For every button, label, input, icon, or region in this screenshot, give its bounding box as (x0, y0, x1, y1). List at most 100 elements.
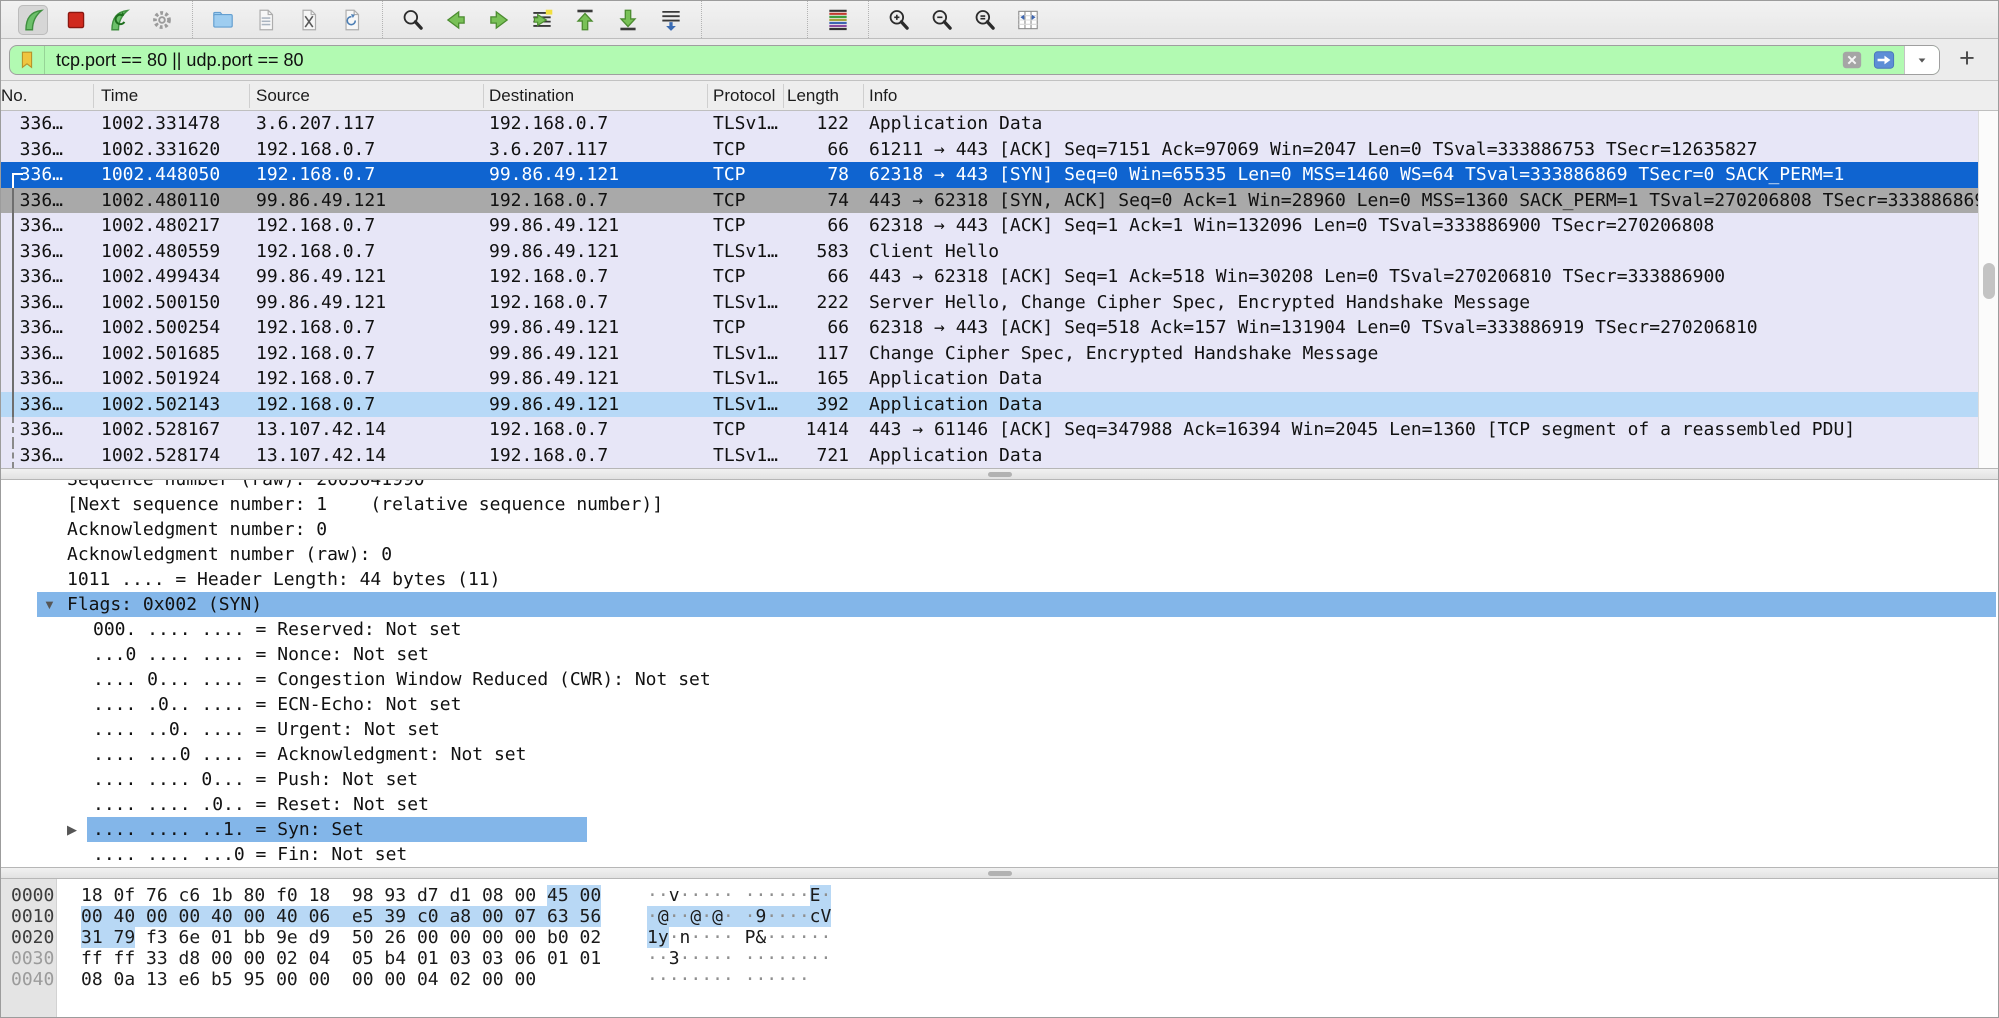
save-file-button[interactable] (251, 5, 281, 35)
packet-row[interactable]: 336…1002.331620192.168.0.73.6.207.117TCP… (1, 137, 1978, 163)
cell-proto: TCP (711, 213, 787, 239)
detail-line[interactable]: 1011 .... = Header Length: 44 bytes (11) (1, 567, 1998, 592)
auto-scroll-button[interactable] (656, 5, 686, 35)
packet-row[interactable]: 336…1002.52817413.107.42.14192.168.0.7TL… (1, 443, 1978, 469)
detail-line[interactable]: Sequence number (raw): 2005041990 (1, 480, 1998, 492)
packet-row[interactable]: 336…1002.501924192.168.0.799.86.49.121TL… (1, 366, 1978, 392)
hex-bytes[interactable]: 18 0f 76 c6 1b 80 f0 18 98 93 d7 d1 08 0… (81, 885, 601, 906)
detail-line[interactable]: .... .... 0... = Push: Not set (1, 767, 1998, 792)
filter-query-text[interactable]: tcp.port == 80 || udp.port == 80 (56, 46, 304, 74)
column-header-time[interactable]: Time (97, 81, 253, 111)
detail-line[interactable]: .... .0.. .... = ECN-Echo: Not set (1, 692, 1998, 717)
packet-row[interactable]: 336…1002.48011099.86.49.121192.168.0.7TC… (1, 188, 1978, 214)
go-back-button[interactable] (441, 5, 471, 35)
detail-line[interactable]: .... 0... .... = Congestion Window Reduc… (1, 667, 1998, 692)
packet-row[interactable]: 336…1002.501685192.168.0.799.86.49.121TL… (1, 341, 1978, 367)
expanded-arrow-icon[interactable]: ▼ (43, 592, 56, 617)
scrollbar-thumb[interactable] (1983, 263, 1995, 299)
packet-row[interactable]: 336…1002.3314783.6.207.117192.168.0.7TLS… (1, 111, 1978, 137)
hex-row[interactable]: 004008 0a 13 e6 b5 95 00 00 00 00 04 02 … (1, 969, 1998, 990)
capture-group (3, 1, 193, 38)
detail-line[interactable]: .... .... .0.. = Reset: Not set (1, 792, 1998, 817)
go-to-packet-button[interactable] (527, 5, 557, 35)
detail-line[interactable]: ▼Flags: 0x002 (SYN) (1, 592, 1998, 617)
column-header-protocol[interactable]: Protocol (711, 81, 789, 111)
close-file-button[interactable] (294, 5, 324, 35)
detail-text: .... .0.. .... = ECN-Echo: Not set (93, 692, 461, 717)
cell-time: 1002.528167 (97, 417, 249, 443)
column-header-destination[interactable]: Destination (487, 81, 709, 111)
hex-bytes[interactable]: 00 40 00 00 40 00 40 06 e5 39 c0 a8 00 0… (81, 906, 601, 927)
display-filter-input[interactable]: tcp.port == 80 || udp.port == 80 (9, 45, 1940, 75)
hex-bytes[interactable]: 08 0a 13 e6 b5 95 00 00 00 00 04 02 00 0… (81, 969, 536, 990)
detail-line[interactable]: Acknowledgment number (raw): 0 (1, 542, 1998, 567)
reload-document-icon (339, 7, 365, 33)
detail-line[interactable]: ▶.... .... ..1. = Syn: Set (1, 817, 1998, 842)
colorize-packets-button[interactable] (823, 5, 853, 35)
go-forward-button[interactable] (484, 5, 514, 35)
cell-src: 192.168.0.7 (253, 341, 483, 367)
filter-clear-button[interactable] (1839, 49, 1865, 71)
column-separator[interactable] (707, 84, 708, 108)
zoom-reset-button[interactable] (970, 5, 1000, 35)
packet-row[interactable]: 336…1002.502143192.168.0.799.86.49.121TL… (1, 392, 1978, 418)
detail-line[interactable]: .... ..0. .... = Urgent: Not set (1, 717, 1998, 742)
restart-capture-button[interactable] (104, 5, 134, 35)
column-separator[interactable] (93, 84, 94, 108)
detail-line[interactable]: 000. .... .... = Reserved: Not set (1, 617, 1998, 642)
hex-ascii[interactable]: ··v····· ······E· (647, 885, 831, 906)
arrow-right-icon (486, 7, 512, 33)
column-separator[interactable] (863, 84, 864, 108)
filter-bookmark-button[interactable] (10, 46, 45, 74)
go-last-packet-button[interactable] (613, 5, 643, 35)
detail-bytes-splitter[interactable] (1, 867, 1998, 879)
open-file-button[interactable] (208, 5, 238, 35)
packet-row[interactable]: 336…1002.480559192.168.0.799.86.49.121TL… (1, 239, 1978, 265)
zoom-out-icon (929, 7, 955, 33)
packet-row[interactable]: 336…1002.49943499.86.49.121192.168.0.7TC… (1, 264, 1978, 290)
filter-add-button[interactable]: + (1952, 41, 1982, 75)
hex-row[interactable]: 0030ff ff 33 d8 00 00 02 04 05 b4 01 03 … (1, 948, 1998, 969)
packet-list-scrollbar[interactable] (1978, 111, 1999, 468)
packet-row[interactable]: 336…1002.52816713.107.42.14192.168.0.7TC… (1, 417, 1978, 443)
packet-row[interactable]: 336…1002.50015099.86.49.121192.168.0.7TL… (1, 290, 1978, 316)
reload-file-button[interactable] (337, 5, 367, 35)
collapsed-arrow-icon[interactable]: ▶ (67, 817, 77, 842)
capture-options-button[interactable] (147, 5, 177, 35)
go-first-packet-button[interactable] (570, 5, 600, 35)
hex-ascii[interactable]: ·@··@·@· ·9····cV (647, 906, 831, 927)
filter-dropdown-button[interactable] (1904, 46, 1939, 74)
detail-line[interactable]: .... .... ...0 = Fin: Not set (1, 842, 1998, 867)
column-header-length[interactable]: Length (787, 81, 865, 111)
colorize-lines-icon (825, 7, 851, 33)
filter-apply-button[interactable] (1869, 49, 1899, 71)
hex-row[interactable]: 001000 40 00 00 40 00 40 06 e5 39 c0 a8 … (1, 906, 1998, 927)
packet-row[interactable]: 336…1002.500254192.168.0.799.86.49.121TC… (1, 315, 1978, 341)
find-packet-button[interactable] (398, 5, 428, 35)
list-detail-splitter[interactable] (1, 468, 1998, 480)
hex-bytes[interactable]: 31 79 f3 6e 01 bb 9e d9 50 26 00 00 00 0… (81, 927, 601, 948)
hex-bytes[interactable]: ff ff 33 d8 00 00 02 04 05 b4 01 03 03 0… (81, 948, 601, 969)
hex-ascii[interactable]: ········ ······ (647, 969, 810, 990)
resize-columns-button[interactable] (1013, 5, 1043, 35)
packet-row[interactable]: 336…1002.480217192.168.0.799.86.49.121TC… (1, 213, 1978, 239)
start-capture-button[interactable] (18, 5, 48, 35)
stop-capture-button[interactable] (61, 5, 91, 35)
hex-ascii[interactable]: 1y·n···· P&······ (647, 927, 831, 948)
detail-line[interactable]: Acknowledgment number: 0 (1, 517, 1998, 542)
zoom-in-button[interactable] (884, 5, 914, 35)
detail-line[interactable]: .... ...0 .... = Acknowledgment: Not set (1, 742, 1998, 767)
zoom-out-button[interactable] (927, 5, 957, 35)
detail-line[interactable]: [Next sequence number: 1 (relative seque… (1, 492, 1998, 517)
cell-len: 222 (787, 290, 857, 316)
column-separator[interactable] (783, 84, 784, 108)
column-header-info[interactable]: Info (867, 81, 1980, 111)
hex-ascii[interactable]: ··3····· ········ (647, 948, 831, 969)
column-separator[interactable] (483, 84, 484, 108)
packet-row[interactable]: 336…1002.448050192.168.0.799.86.49.121TC… (1, 162, 1978, 188)
detail-line[interactable]: ...0 .... .... = Nonce: Not set (1, 642, 1998, 667)
hex-row[interactable]: 000018 0f 76 c6 1b 80 f0 18 98 93 d7 d1 … (1, 885, 1998, 906)
column-header-source[interactable]: Source (253, 81, 486, 111)
hex-row[interactable]: 002031 79 f3 6e 01 bb 9e d9 50 26 00 00 … (1, 927, 1998, 948)
column-separator[interactable] (249, 84, 250, 108)
